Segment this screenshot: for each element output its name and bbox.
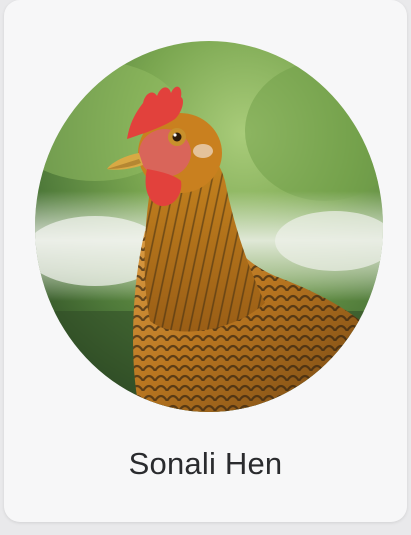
product-card[interactable]: Sonali Hen <box>4 0 407 522</box>
hen-illustration <box>35 41 383 412</box>
card-title: Sonali Hen <box>128 446 283 481</box>
hen-photo <box>35 41 383 412</box>
